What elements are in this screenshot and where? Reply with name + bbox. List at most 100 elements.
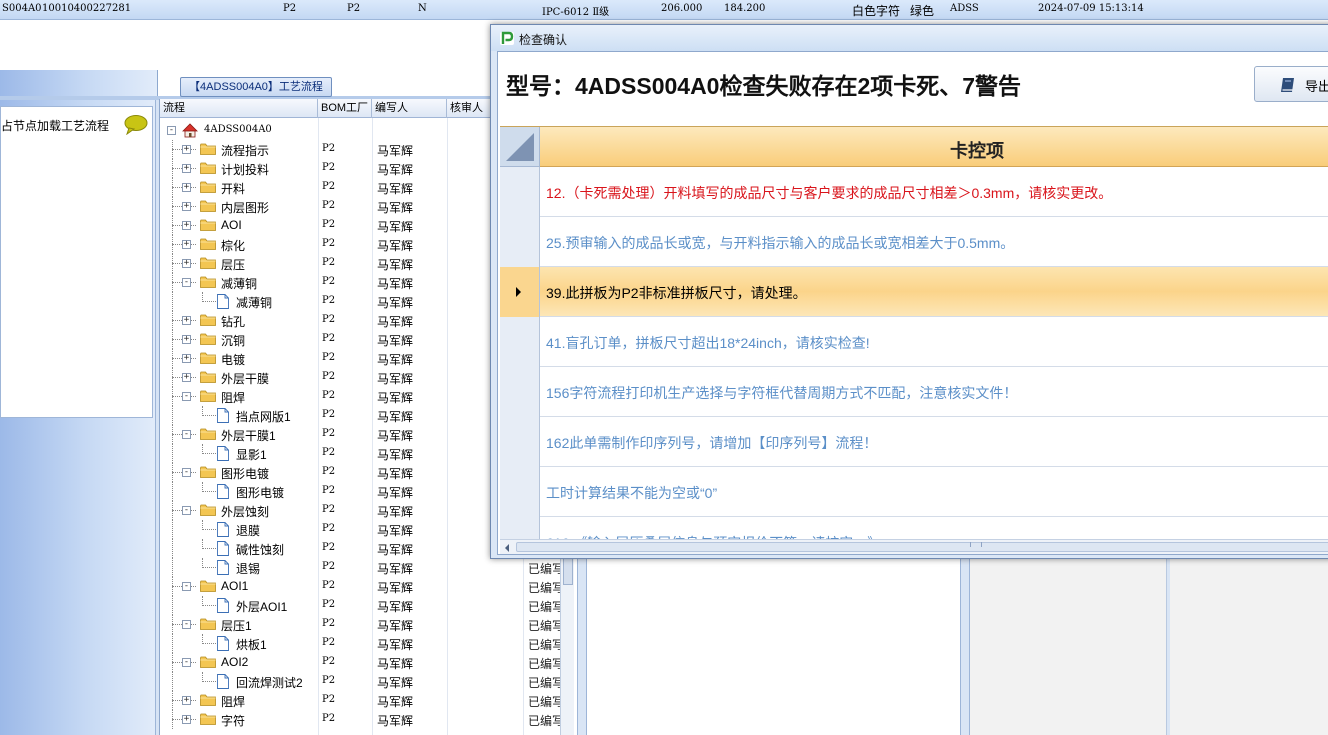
scroll-thumb[interactable] <box>516 542 1328 552</box>
folder-icon <box>200 713 216 725</box>
row-selector[interactable] <box>500 517 540 540</box>
bom-plant-cell: P2 <box>322 599 336 610</box>
check-item-text: 41.盲孔订单，拼板尺寸超出18*24inch，请核实检查! <box>546 335 870 351</box>
pane-splitter[interactable] <box>1166 555 1170 735</box>
expand-icon[interactable]: + <box>182 145 191 154</box>
expand-icon[interactable]: + <box>182 335 191 344</box>
document-icon <box>217 560 229 575</box>
check-item-row[interactable]: 616 《输入层压叠层信息与预审报价不符，请核实…》 <box>500 517 1328 540</box>
folder-icon <box>200 694 216 706</box>
bom-plant-cell: P2 <box>322 352 336 363</box>
collapse-icon[interactable]: - <box>182 392 191 401</box>
step-name: 内层图形 <box>221 201 270 215</box>
check-item-row[interactable]: 25.预审输入的成品长或宽，与开料指示输入的成品长或宽相差大于0.5mm。 <box>500 217 1328 267</box>
tab-process-flow[interactable]: 【4ADSS004A0】工艺流程 <box>180 77 332 97</box>
check-item-row[interactable]: 162此单需制作印序列号，请增加【印序列号】流程！ <box>500 417 1328 467</box>
row-selector[interactable] <box>500 467 540 517</box>
export-label: 导出 <box>1305 79 1328 94</box>
scroll-left-icon[interactable] <box>502 542 512 552</box>
check-item-row[interactable]: 39.此拼板为P2非标准拼板尺寸，请处理。 <box>500 267 1328 317</box>
step-name: 阻焊 <box>221 391 246 405</box>
expand-icon[interactable]: + <box>182 183 191 192</box>
tree-row[interactable]: 回流焊测试2 P2 马军辉 已编写 <box>160 672 580 691</box>
tree-row[interactable]: - AOI2 P2 马军辉 已编写 <box>160 653 580 672</box>
bom-plant-cell: P2 <box>322 428 336 439</box>
expand-icon[interactable]: + <box>182 715 191 724</box>
row-selector[interactable] <box>500 217 540 267</box>
scroll-thumb[interactable] <box>563 557 573 585</box>
collapse-icon[interactable]: - <box>182 620 191 629</box>
check-item-row[interactable]: 工时计算结果不能为空或“0” <box>500 467 1328 517</box>
collapse-icon[interactable]: - <box>182 658 191 667</box>
bom-plant-cell: P2 <box>322 181 336 192</box>
step-name: 外层AOI1 <box>236 600 288 614</box>
bom-plant-cell: P2 <box>322 485 336 496</box>
pane-splitter[interactable] <box>577 555 587 735</box>
expand-icon[interactable]: + <box>182 202 191 211</box>
header-writer[interactable]: 编写人 <box>372 99 447 118</box>
folder-icon <box>200 181 216 193</box>
bom-plant-cell: P2 <box>322 143 336 154</box>
collapse-icon[interactable]: - <box>182 278 191 287</box>
tree-line <box>202 681 216 682</box>
folder-icon <box>200 656 216 668</box>
row-selector[interactable] <box>500 367 540 417</box>
bom-plant-cell: P2 <box>322 409 336 420</box>
expand-icon[interactable]: + <box>182 164 191 173</box>
grid-vertical-scrollbar[interactable] <box>560 555 574 735</box>
tree-row[interactable]: + 字符 P2 马军辉 已编写 <box>160 710 580 729</box>
export-button[interactable]: 导出 <box>1254 66 1328 102</box>
expand-icon[interactable]: + <box>182 373 191 382</box>
tree-row[interactable]: - AOI1 P2 马军辉 已编写 <box>160 577 580 596</box>
row-selector[interactable] <box>500 167 540 217</box>
flag-value: N <box>418 3 427 14</box>
bom-plant-cell: P2 <box>322 656 336 667</box>
bom-plant-cell: P2 <box>322 371 336 382</box>
writer-cell: 马军辉 <box>377 467 414 481</box>
expand-icon[interactable]: + <box>182 221 191 230</box>
column-header-control-items[interactable]: 卡控项 <box>540 127 1328 167</box>
collapse-icon[interactable]: - <box>167 126 176 135</box>
tree-row[interactable]: 烘板1 P2 马军辉 已编写 <box>160 634 580 653</box>
status-cell: 已编写 <box>528 600 565 614</box>
collapse-icon[interactable]: - <box>182 506 191 515</box>
step-name: 钻孔 <box>221 315 246 329</box>
bom-plant-cell: P2 <box>322 694 336 705</box>
writer-cell: 马军辉 <box>377 581 414 595</box>
grid-corner[interactable] <box>500 127 540 167</box>
status-cell: 已编写 <box>528 619 565 633</box>
writer-cell: 马军辉 <box>377 714 414 728</box>
expand-icon[interactable]: + <box>182 696 191 705</box>
bom-plant-cell: P2 <box>322 713 336 724</box>
speech-bubble-icon[interactable] <box>123 115 149 136</box>
collapse-icon[interactable]: - <box>182 468 191 477</box>
folder-icon <box>200 238 216 250</box>
writer-cell: 马军辉 <box>377 391 414 405</box>
expand-icon[interactable]: + <box>182 240 191 249</box>
row-selector[interactable] <box>500 267 540 317</box>
tree-row[interactable]: - 层压1 P2 马军辉 已编写 <box>160 615 580 634</box>
tree-row[interactable]: + 阻焊 P2 马军辉 已编写 <box>160 691 580 710</box>
tree-line <box>172 596 173 615</box>
tree-row[interactable]: 外层AOI1 P2 马军辉 已编写 <box>160 596 580 615</box>
expand-icon[interactable]: + <box>182 259 191 268</box>
row-selector[interactable] <box>500 417 540 467</box>
tree-row[interactable]: 退锡 P2 马军辉 已编写 <box>160 558 580 577</box>
step-name: 层压1 <box>221 619 252 633</box>
pane-splitter[interactable] <box>960 555 970 735</box>
collapse-icon[interactable]: - <box>182 430 191 439</box>
check-item-row[interactable]: 12.（卡死需处理）开料填写的成品尺寸与客户要求的成品尺寸相差＞0.3mm，请核… <box>500 167 1328 217</box>
expand-icon[interactable]: + <box>182 316 191 325</box>
plant-1: P2 <box>283 3 297 14</box>
check-item-row[interactable]: 41.盲孔订单，拼板尺寸超出18*24inch，请核实检查! <box>500 317 1328 367</box>
header-flow[interactable]: 流程 <box>160 99 318 118</box>
dialog-titlebar[interactable]: 检查确认 <box>491 25 1328 51</box>
bom-plant-cell: P2 <box>322 542 336 553</box>
row-selector[interactable] <box>500 317 540 367</box>
collapse-icon[interactable]: - <box>182 582 191 591</box>
header-bom-plant[interactable]: BOM工厂 <box>318 99 372 118</box>
check-item-text: 156字符流程打印机生产选择与字符框代替周期方式不匹配，注意核实文件！ <box>546 385 1018 401</box>
expand-icon[interactable]: + <box>182 354 191 363</box>
check-item-row[interactable]: 156字符流程打印机生产选择与字符框代替周期方式不匹配，注意核实文件！ <box>500 367 1328 417</box>
horizontal-scrollbar[interactable] <box>500 539 1328 554</box>
